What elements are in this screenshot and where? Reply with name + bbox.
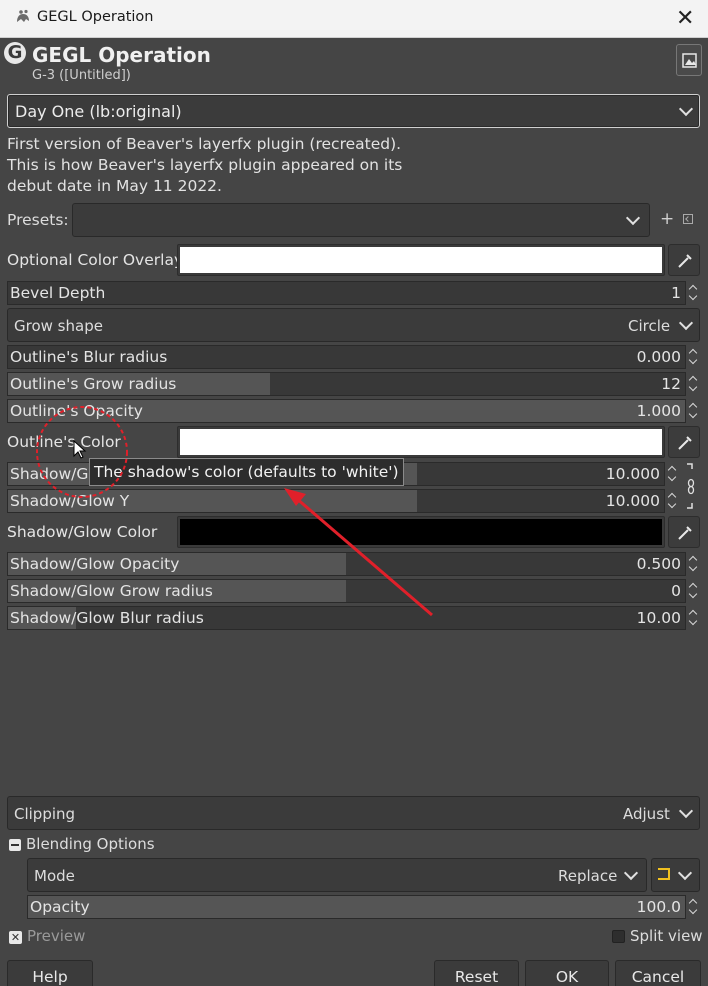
- opacity-value: 100.0: [636, 898, 681, 916]
- reset-button[interactable]: Reset: [434, 960, 519, 986]
- clipping-value: Adjust: [623, 805, 670, 823]
- help-button[interactable]: Help: [7, 960, 93, 986]
- blend-mode-value: Replace: [558, 867, 618, 885]
- composite-mode-dropdown[interactable]: [651, 858, 700, 892]
- chevron-down-icon: [677, 865, 693, 881]
- preview-checkbox[interactable]: ✕: [9, 931, 22, 944]
- ok-button[interactable]: OK: [525, 960, 609, 986]
- composite-mode-icon: [658, 868, 670, 880]
- blending-options-header[interactable]: Blending Options: [26, 835, 155, 853]
- slider-fill: [28, 896, 685, 918]
- opacity-slider[interactable]: Opacity 100.0: [27, 895, 686, 919]
- highlight-circle: [36, 406, 128, 498]
- chevron-down-icon: [623, 865, 639, 881]
- arrow-line: [295, 496, 433, 617]
- split-view-label: Split view: [630, 927, 703, 945]
- opacity-stepper[interactable]: [687, 895, 699, 919]
- chevron-down-icon: [678, 803, 694, 819]
- opacity-label: Opacity: [30, 898, 90, 916]
- preview-label: Preview: [27, 927, 86, 945]
- collapse-toggle-icon[interactable]: [9, 839, 21, 851]
- blend-mode-dropdown[interactable]: Mode Replace: [27, 858, 647, 892]
- clipping-label: Clipping: [14, 805, 76, 823]
- clipping-dropdown[interactable]: Clipping Adjust: [7, 796, 700, 830]
- cancel-button[interactable]: Cancel: [615, 960, 701, 986]
- split-view-checkbox[interactable]: [612, 930, 625, 943]
- blend-mode-label: Mode: [34, 867, 75, 885]
